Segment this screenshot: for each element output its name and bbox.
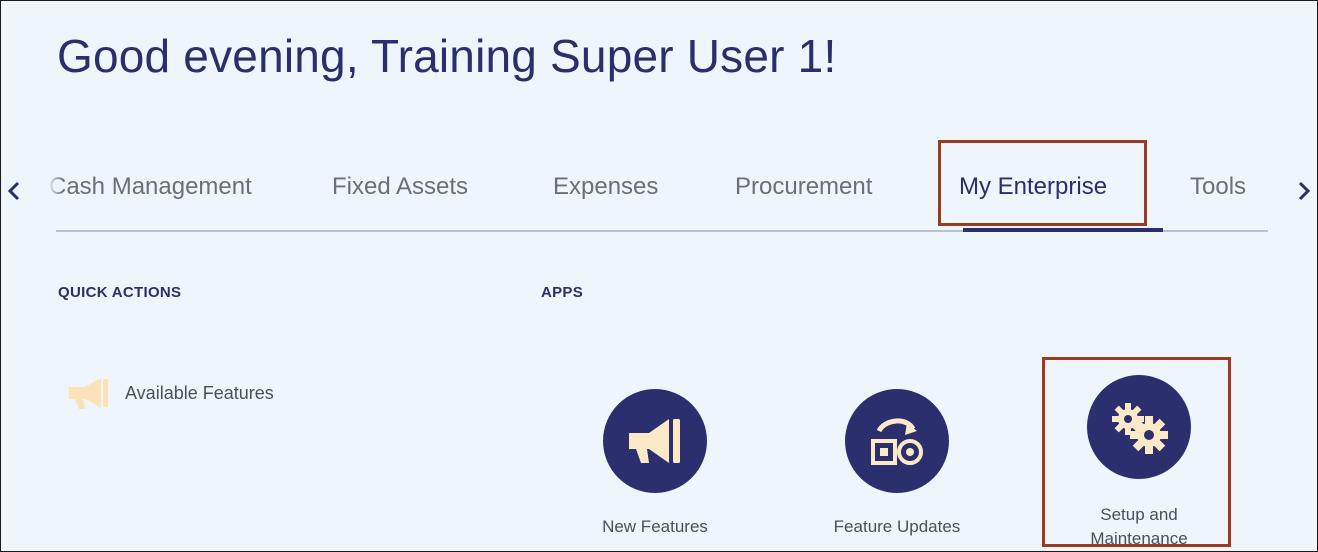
page-frame: Good evening, Training Super User 1! Cas… xyxy=(0,0,1318,552)
tab-cash-management[interactable]: Cash Management xyxy=(49,173,252,201)
app-icon-circle xyxy=(845,389,949,493)
tab-fade-left xyxy=(41,171,63,211)
tab-expenses[interactable]: Expenses xyxy=(553,173,658,201)
tab-tools[interactable]: Tools xyxy=(1190,173,1246,201)
app-new-features[interactable]: New Features xyxy=(565,389,745,539)
chevron-right-icon[interactable] xyxy=(1291,179,1315,203)
megaphone-icon xyxy=(629,419,680,463)
highlight-box-setup-and-maintenance xyxy=(1042,357,1231,547)
app-feature-updates[interactable]: Feature Updates xyxy=(807,389,987,539)
tab-fixed-assets[interactable]: Fixed Assets xyxy=(332,173,468,201)
page-greeting: Good evening, Training Super User 1! xyxy=(57,30,837,82)
megaphone-icon xyxy=(69,378,108,409)
quick-actions-heading: QUICK ACTIONS xyxy=(58,284,182,301)
app-icon-circle xyxy=(603,389,707,493)
app-label: New Features xyxy=(602,517,708,536)
quick-action-available-features[interactable]: Available Features xyxy=(65,375,274,411)
quick-action-label: Available Features xyxy=(125,382,274,403)
apps-heading: APPS xyxy=(541,284,584,301)
app-label: Feature Updates xyxy=(833,517,961,536)
chevron-left-icon[interactable] xyxy=(3,179,27,203)
feature-updates-icon xyxy=(871,418,923,465)
selected-tab-indicator xyxy=(963,228,1163,232)
tab-procurement[interactable]: Procurement xyxy=(735,173,872,201)
highlight-box-my-enterprise xyxy=(938,140,1147,226)
